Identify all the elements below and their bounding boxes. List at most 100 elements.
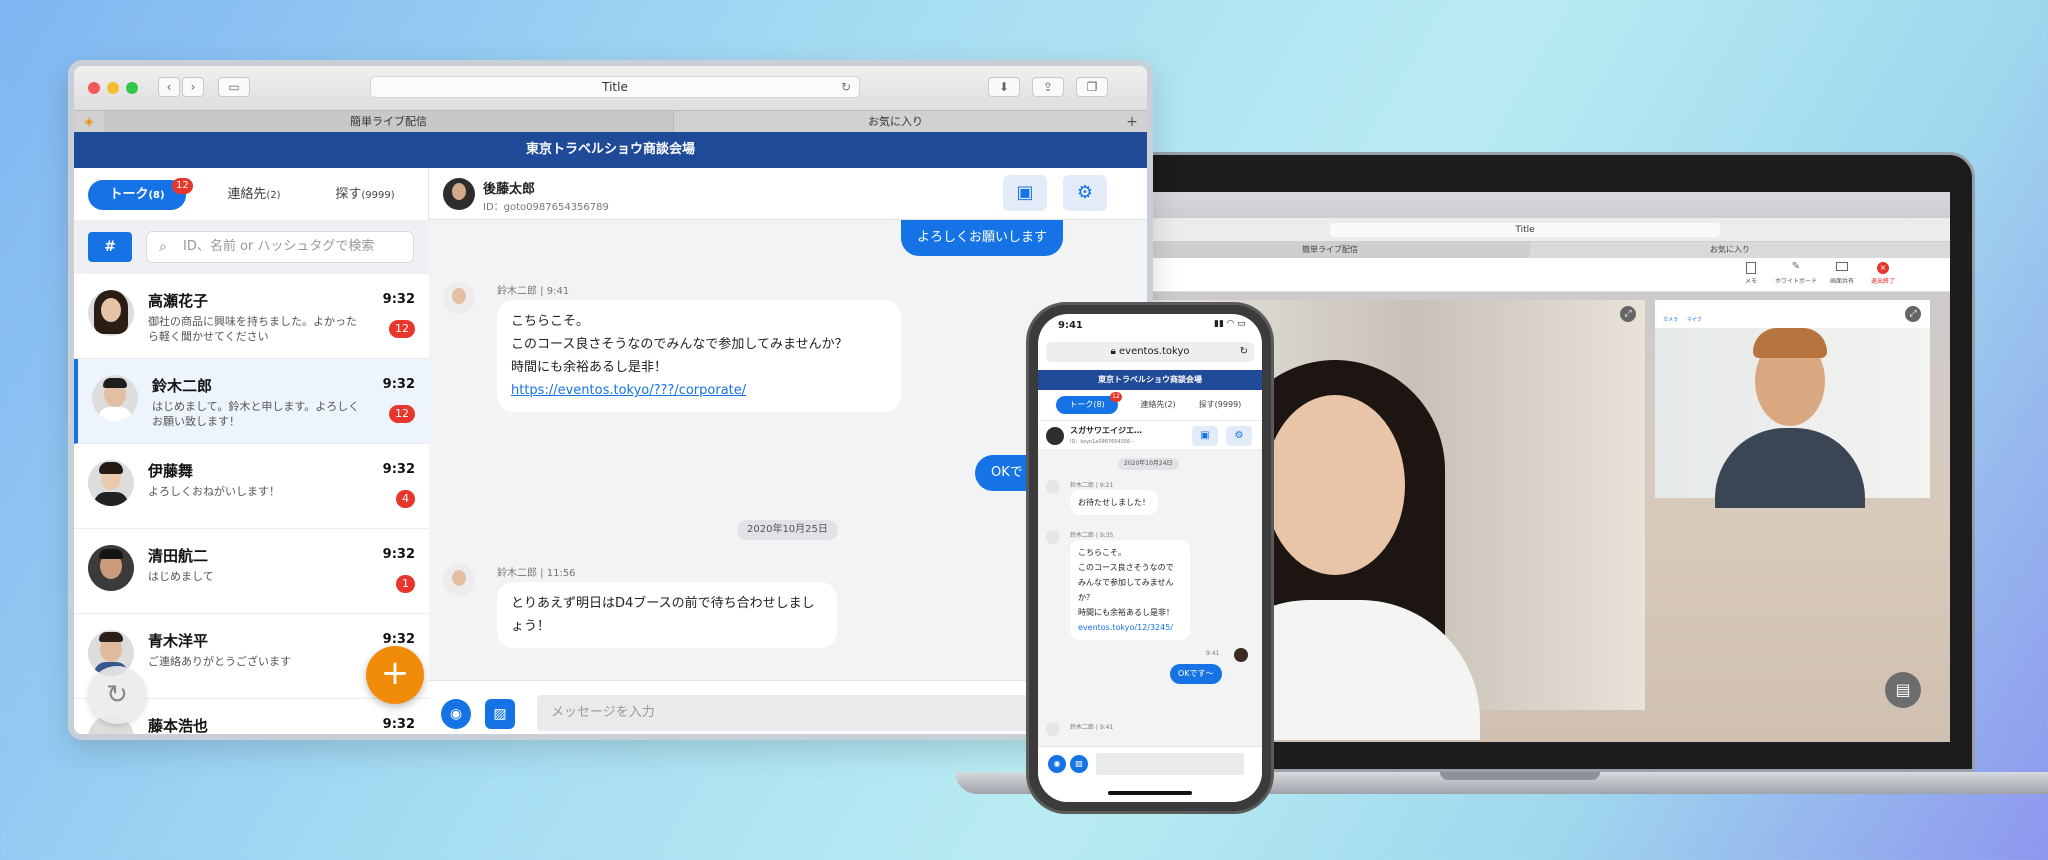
toolbar-leave[interactable]: × 退出終了	[1865, 262, 1901, 285]
message-line: みんなで参加してみません	[1078, 578, 1174, 587]
camera-icon[interactable]: ◉	[1048, 755, 1066, 773]
phone-composer: ◉ ▨	[1038, 746, 1262, 802]
tab-explore[interactable]: 探す(9999)	[310, 180, 420, 210]
contact-row[interactable]: 高瀬花子 御社の商品に興味を持ちました。よかったら軽く聞かせてください 9:32…	[74, 274, 429, 359]
browser-titlebar: ‹ › ▭ Title ↻ ⬇ ⇪ ❐	[74, 66, 1147, 110]
gear-icon[interactable]: ⚙	[1063, 175, 1107, 211]
participant-hair	[1753, 328, 1827, 358]
image-icon[interactable]: ▨	[1070, 755, 1088, 773]
tab-favorites[interactable]: お気に入り	[674, 111, 1117, 133]
new-conversation-button[interactable]: +	[366, 646, 424, 704]
participant-face	[1265, 395, 1405, 575]
laptop-tab-live[interactable]: 簡単ライブ配信	[1130, 242, 1530, 258]
tab-contacts[interactable]: 連絡先(2)	[204, 180, 304, 210]
browser-tab-bar: ◈ 簡単ライブ配信 お気に入り +	[74, 110, 1147, 133]
toolbar-screen-share[interactable]: 画面共有	[1824, 262, 1860, 285]
share-icon[interactable]: ⇪	[1032, 77, 1064, 97]
contact-time: 9:32	[382, 717, 415, 732]
phone-message-input[interactable]	[1096, 753, 1244, 775]
reload-icon[interactable]: ↻	[841, 77, 851, 97]
zoom-window-button[interactable]	[126, 82, 138, 94]
phone-address-bar[interactable]: 🔒︎ eventos.tokyo ↻	[1046, 342, 1254, 362]
contact-row[interactable]: 鈴木二郎 はじめまして。鈴木と申します。よろしくお願い致します！ 9:32 12	[74, 359, 429, 444]
contact-name: 藤本浩也	[148, 717, 209, 735]
laptop-tab-favorites[interactable]: お気に入り	[1530, 242, 1930, 258]
image-icon[interactable]: ▨	[485, 699, 515, 729]
expand-icon[interactable]: ⤢	[1620, 306, 1636, 322]
camera-icon[interactable]: ◉	[441, 699, 471, 729]
contact-time: 9:32	[382, 377, 415, 392]
tab-contacts-label: 連絡先	[227, 187, 267, 202]
side-video-feed: カメラ マイク ⤢	[1655, 300, 1930, 508]
lock-icon: 🔒︎	[1110, 346, 1116, 357]
close-window-button[interactable]	[88, 82, 100, 94]
back-button[interactable]: ‹	[158, 77, 180, 97]
contact-last-message: はじめまして。鈴木と申します。よろしくお願い致します！	[152, 400, 360, 428]
search-input[interactable]: ⌕ ID、名前 or ハッシュタグで検索	[146, 231, 414, 263]
incoming-message: とりあえず明日はD4ブースの前で待ち合わせしましょう！	[497, 582, 837, 648]
download-icon[interactable]: ⬇	[988, 77, 1020, 97]
phone-tabs: トーク(8) 12 連絡先(2) 探す(9999)	[1038, 390, 1262, 420]
phone-tab-explore[interactable]: 探す(9999)	[1188, 396, 1252, 414]
hashtag-button[interactable]: #	[88, 232, 132, 262]
chat-header: 後藤太郎 ID：goto0987654356789 ▣ ⚙	[429, 168, 1147, 220]
message-line: 時間にも余裕あるし是非！	[511, 360, 668, 375]
contact-row[interactable]: 伊藤舞 よろしくおねがいします！ 9:32 4	[74, 444, 429, 529]
phone-contact-avatar	[1046, 427, 1064, 445]
message-line: こちらこそ。	[511, 314, 590, 329]
forward-button[interactable]: ›	[182, 77, 204, 97]
message-line: このコース良さそうなので	[1078, 563, 1174, 572]
tab-talk-badge: 12	[172, 178, 193, 194]
pen-icon: ✎	[1791, 261, 1801, 272]
avatar	[92, 375, 138, 421]
tab-live-streaming[interactable]: 簡単ライブ配信	[104, 111, 674, 133]
conference-toolbar: メモ ✎ ホワイトボード 画面共有 × 退出終了	[1130, 258, 1950, 292]
sidebar-toggle-icon[interactable]: ▭	[218, 77, 250, 97]
gear-icon[interactable]: ⚙	[1226, 426, 1252, 446]
search-placeholder: ID、名前 or ハッシュタグで検索	[183, 239, 375, 254]
toolbar-memo[interactable]: メモ	[1735, 262, 1767, 285]
search-icon: ⌕	[159, 239, 167, 255]
message-sender: 鈴木二郎 | 9:21	[1070, 482, 1114, 489]
video-call-icon[interactable]: ▣	[1192, 426, 1218, 446]
browser-window: ‹ › ▭ Title ↻ ⬇ ⇪ ❐ ◈ 簡単ライブ配信 お気に入り + 東京…	[68, 60, 1153, 740]
phone-tab-talk[interactable]: トーク(8)	[1056, 396, 1118, 414]
laptop-address-bar[interactable]: Title	[1330, 223, 1720, 237]
message-sender: 鈴木二郎 | 11:56	[497, 568, 576, 579]
message-link[interactable]: https://eventos.tokyo/???/corporate/	[511, 379, 887, 402]
laptop-notch	[1440, 772, 1600, 780]
reload-icon[interactable]: ↻	[1240, 342, 1248, 362]
favicon-icon: ◈	[84, 115, 94, 128]
address-bar[interactable]: Title ↻	[370, 76, 860, 98]
sender-avatar	[443, 282, 475, 314]
message-line: とりあえず明日はD4ブースの前で待ち合わせしましょう！	[511, 596, 815, 634]
minimize-window-button[interactable]	[107, 82, 119, 94]
message-link[interactable]: eventos.tokyo/12/3245/	[1078, 620, 1182, 635]
contact-last-message: よろしくおねがいします！	[148, 485, 280, 498]
phone-screen: 9:41 ▮▮ ◠ ▭ 🔒︎ eventos.tokyo ↻ 東京トラベルショウ…	[1038, 314, 1262, 802]
contact-row[interactable]: 清田航二 はじめまして 9:32 1	[74, 529, 429, 614]
contact-time: 9:32	[382, 462, 415, 477]
contact-name: 青木洋平	[148, 632, 209, 650]
participant-shirt	[1715, 428, 1865, 508]
avatar	[88, 460, 134, 506]
phone-status-bar: 9:41 ▮▮ ◠ ▭	[1038, 314, 1262, 338]
phone-tab-contacts[interactable]: 連絡先(2)	[1128, 396, 1188, 414]
message-line: こちらこそ。	[1078, 548, 1126, 557]
mic-label[interactable]: マイク	[1687, 316, 1702, 323]
tab-explore-count: (9999)	[361, 190, 395, 201]
tabs-overview-icon[interactable]: ❐	[1076, 77, 1108, 97]
phone-contact-name: スガサワエイジエ…	[1070, 426, 1142, 435]
video-call-icon[interactable]: ▣	[1003, 175, 1047, 211]
conversation-sidebar: トーク(8) 12 連絡先(2) 探す(9999) # ⌕ ID、名前 or ハ…	[74, 168, 429, 735]
refresh-button[interactable]: ↻	[88, 666, 146, 724]
laptop-tab-bar: 簡単ライブ配信 お気に入り	[1130, 242, 1950, 258]
toolbar-whiteboard[interactable]: ✎ ホワイトボード	[1773, 261, 1819, 286]
chat-bubble-icon[interactable]: ▤	[1885, 672, 1921, 708]
camera-label[interactable]: カメラ	[1663, 316, 1678, 323]
new-tab-button[interactable]: +	[1117, 111, 1147, 133]
contact-name: 清田航二	[148, 547, 209, 565]
expand-icon[interactable]: ⤢	[1905, 306, 1921, 322]
unread-badge: 12	[389, 405, 415, 423]
contact-name: 伊藤舞	[148, 462, 194, 480]
